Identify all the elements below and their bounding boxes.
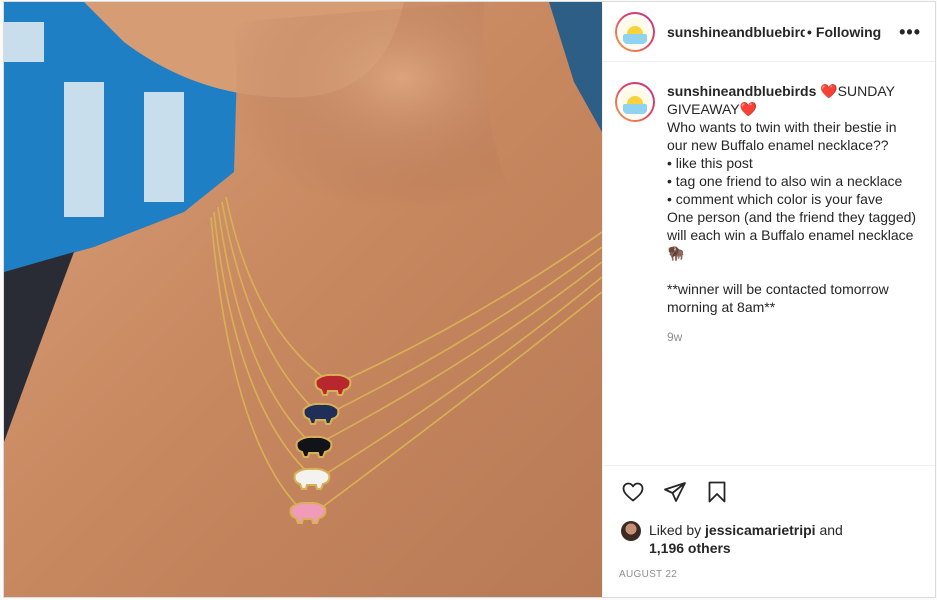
heart-icon[interactable] bbox=[619, 478, 647, 506]
instagram-post: sunshineandbluebirds • Following ••• sun… bbox=[3, 1, 936, 598]
caption-avatar[interactable] bbox=[615, 82, 655, 122]
liked-by-and: and bbox=[815, 522, 843, 538]
post-photo[interactable] bbox=[4, 2, 602, 597]
action-bar bbox=[603, 465, 935, 517]
liked-by-prefix: Liked by bbox=[649, 522, 706, 538]
following-button[interactable]: Following bbox=[816, 24, 881, 40]
likes-summary: Liked by jessicamarietripi and 1,196 oth… bbox=[603, 517, 935, 557]
others-count-link[interactable]: 1,196 others bbox=[649, 540, 731, 556]
caption-username[interactable]: sunshineandbluebirds bbox=[667, 83, 816, 99]
post-age[interactable]: 9w bbox=[667, 328, 919, 346]
post-header: sunshineandbluebirds • Following ••• bbox=[603, 2, 935, 62]
bookmark-icon[interactable] bbox=[703, 478, 731, 506]
post-sidebar: sunshineandbluebirds • Following ••• sun… bbox=[602, 2, 935, 597]
liker-avatar[interactable] bbox=[621, 521, 641, 541]
sun-logo-icon bbox=[620, 16, 650, 47]
comments-section: sunshineandbluebirds ❤️SUNDAY GIVEAWAY❤️… bbox=[603, 62, 935, 465]
post-caption: sunshineandbluebirds ❤️SUNDAY GIVEAWAY❤️… bbox=[667, 82, 919, 346]
header-username[interactable]: sunshineandbluebirds bbox=[667, 24, 805, 40]
caption-text: ❤️SUNDAY GIVEAWAY❤️ Who wants to twin wi… bbox=[667, 83, 917, 315]
sun-logo-icon bbox=[620, 87, 650, 117]
more-options-icon[interactable]: ••• bbox=[899, 23, 921, 41]
profile-avatar[interactable] bbox=[615, 11, 655, 52]
liker-username[interactable]: jessicamarietripi bbox=[705, 522, 816, 538]
necklace-photo bbox=[4, 2, 602, 597]
post-date[interactable]: AUGUST 22 bbox=[603, 557, 935, 597]
separator-dot: • bbox=[807, 23, 812, 40]
send-icon[interactable] bbox=[661, 478, 689, 506]
